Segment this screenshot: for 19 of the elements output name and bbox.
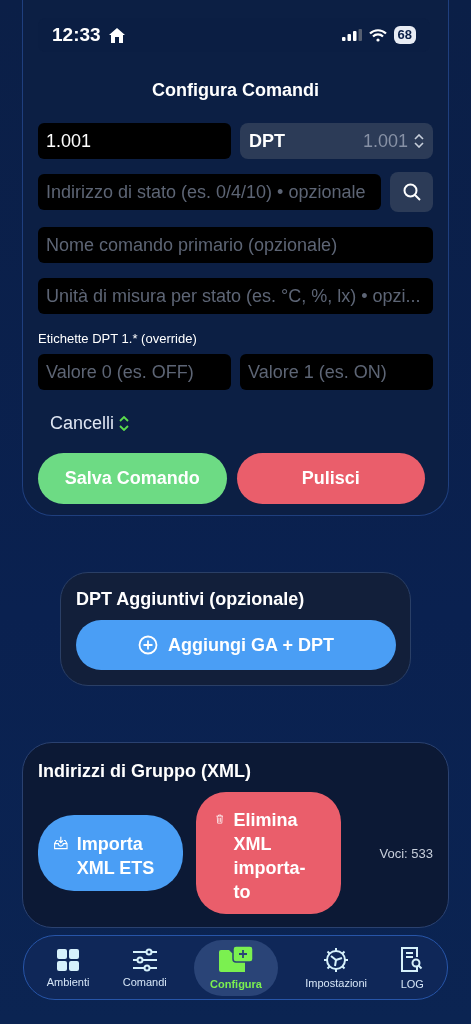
card-title: DPT Aggiuntivi (opzionale) [76, 589, 306, 610]
name-field[interactable]: Nome comando primario (opzionale) [38, 227, 433, 263]
tab[interactable]: LOG [394, 939, 431, 996]
tab[interactable]: Comandi [116, 939, 173, 996]
tab[interactable]: Configura [194, 939, 278, 996]
unit-field[interactable]: Unità di misura per stato (es. °C, %, lx) • opzi... [38, 278, 433, 314]
section-label: Etichette DPT 1.* (override) [38, 331, 198, 346]
card-title: Indirizzi di Gruppo (XML) [38, 761, 252, 782]
value-field[interactable]: Valore 0 (es. OFF) [38, 354, 231, 390]
status-address-field[interactable]: Indirizzo di stato (es. 0/4/10) • opzionale [38, 174, 381, 210]
entry-count: Voci: 533 [379, 845, 433, 861]
clock: 12:33 [52, 24, 101, 46]
category-picker[interactable]: Cancelli [50, 413, 130, 434]
dpt-select[interactable]: DPT 1.001 [240, 123, 433, 159]
value-field[interactable]: Valore 1 (es. ON) [240, 354, 433, 390]
screen-title: Configura Comandi [151, 80, 320, 101]
tab[interactable]: Impostazioni [299, 939, 374, 996]
tab[interactable]: Ambienti [40, 939, 96, 996]
address-field[interactable]: 1.001 [38, 123, 231, 159]
